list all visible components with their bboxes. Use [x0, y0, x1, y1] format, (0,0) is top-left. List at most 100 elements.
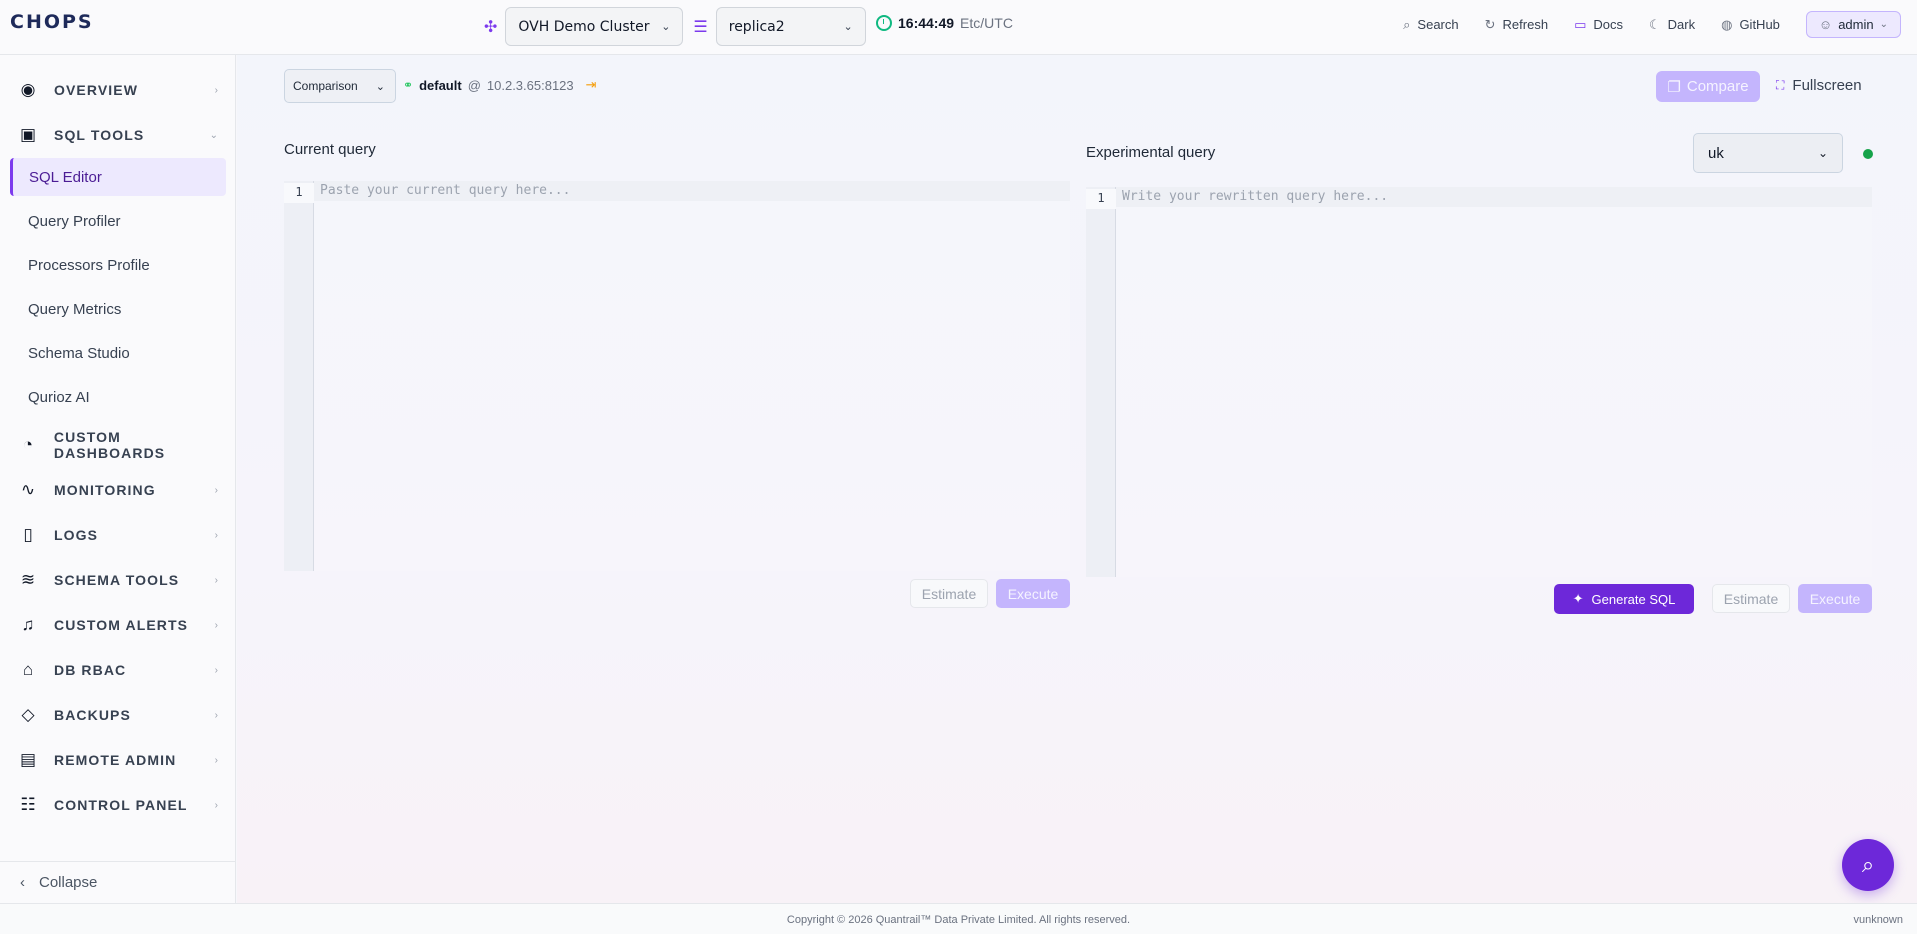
book-icon: ▭ — [1574, 16, 1587, 32]
bell-icon: ♫ — [21, 615, 35, 634]
main-content: Comparison ⌄ ⚭ default @ 10.2.3.65:8123 … — [237, 55, 1917, 903]
search-icon: ⌕ — [1861, 852, 1875, 877]
expand-icon: ⛶ — [1776, 78, 1785, 92]
shield-icon: ◇ — [21, 705, 35, 724]
chevron-right-icon: › — [214, 799, 218, 811]
assistant-search-button[interactable]: ⌕ — [1842, 839, 1894, 891]
current-execute-button[interactable]: Execute — [996, 579, 1070, 608]
cluster-icon: ✣ — [484, 18, 498, 36]
sidebar-section-overview[interactable]: ◉ OVERVIEW › — [0, 70, 236, 110]
search-button[interactable]: ⌕ Search — [1403, 17, 1458, 33]
moon-icon: ☾ — [1648, 16, 1661, 32]
chevron-down-icon: ⌄ — [843, 20, 853, 33]
sliders-icon: ☷ — [20, 795, 36, 814]
line-gutter: 1 — [284, 181, 314, 571]
experimental-replica-select[interactable]: uk ⌄ — [1693, 133, 1843, 173]
sidebar-section-custom-dashboards[interactable]: ◔ CUSTOM DASHBOARDS — [0, 425, 236, 465]
time-value: 16:44:49 — [898, 15, 955, 31]
server-icon: ▤ — [19, 750, 37, 769]
sidebar-section-remote-admin[interactable]: ▤ REMOTE ADMIN › — [0, 740, 236, 780]
server-time: 16:44:49 Etc/UTC — [876, 15, 1013, 31]
chevron-right-icon: › — [214, 529, 218, 541]
chevron-right-icon: › — [214, 619, 218, 631]
current-query-editor[interactable]: 1 Paste your current query here... — [284, 181, 1070, 571]
mode-select[interactable]: Comparison ⌄ — [284, 69, 396, 103]
top-bar: CHOPS ✣ OVH Demo Cluster ⌄ ☰ replica2 ⌄ … — [0, 0, 1917, 55]
user-icon: ☺ — [1818, 17, 1833, 32]
github-icon: ◍ — [1721, 16, 1733, 32]
docs-link[interactable]: ▭ Docs — [1574, 17, 1623, 33]
cluster-controls: ✣ OVH Demo Cluster ⌄ ☰ replica2 ⌄ — [484, 7, 866, 46]
current-query-placeholder: Paste your current query here... — [320, 183, 571, 198]
disconnect-icon[interactable]: ⇥ — [586, 77, 597, 93]
experimental-query-title: Experimental query — [1086, 144, 1216, 161]
file-icon: ▯ — [23, 525, 33, 544]
chevron-down-icon: ⌄ — [1817, 146, 1828, 160]
current-estimate-button[interactable]: Estimate — [910, 579, 988, 608]
chevron-down-icon: ⌄ — [375, 80, 385, 93]
chevron-right-icon: › — [214, 709, 218, 721]
line-gutter: 1 — [1086, 187, 1116, 577]
sidebar-section-control-panel[interactable]: ☷ CONTROL PANEL › — [0, 785, 236, 825]
chevron-right-icon: › — [214, 574, 218, 586]
replica-select[interactable]: replica2 ⌄ — [715, 7, 866, 46]
chevron-right-icon: › — [214, 664, 218, 676]
sidebar-section-db-rbac[interactable]: ⌂ DB RBAC › — [0, 650, 236, 690]
chevron-right-icon: › — [214, 754, 218, 766]
terminal-icon: ▣ — [19, 125, 37, 144]
copy-icon: ❐ — [1667, 78, 1681, 96]
sidebar-section-custom-alerts[interactable]: ♫ CUSTOM ALERTS › — [0, 605, 236, 645]
sidebar-section-sql-tools[interactable]: ▣ SQL TOOLS ⌄ — [0, 115, 236, 155]
experimental-query-editor[interactable]: 1 Write your rewritten query here... — [1086, 187, 1872, 577]
replica-select-value: replica2 — [728, 18, 785, 35]
sparkle-icon: ✦ — [1572, 591, 1584, 606]
compare-button[interactable]: ❐ Compare — [1656, 71, 1760, 102]
cluster-select[interactable]: OVH Demo Cluster ⌄ — [505, 7, 684, 46]
activity-icon: ∿ — [20, 480, 36, 499]
search-icon: ⌕ — [1403, 16, 1411, 32]
current-query-title: Current query — [284, 141, 376, 158]
version-label: vunknown — [1853, 914, 1903, 926]
refresh-button[interactable]: ↻ Refresh — [1485, 17, 1548, 33]
clock-icon — [876, 15, 892, 31]
eye-icon: ◉ — [20, 80, 36, 99]
chevron-down-icon: ⌄ — [209, 129, 218, 141]
sidebar-section-monitoring[interactable]: ∿ MONITORING › — [0, 470, 236, 510]
app-logo[interactable]: CHOPS — [10, 11, 94, 33]
pie-chart-icon: ◔ — [22, 435, 34, 454]
sidebar-item-sql-editor[interactable]: SQL Editor — [10, 158, 226, 196]
footer: Copyright © 2026 Quantrail™ Data Private… — [0, 903, 1917, 934]
experimental-execute-button[interactable]: Execute — [1798, 584, 1872, 613]
collapse-sidebar-button[interactable]: ‹ Collapse — [0, 861, 236, 903]
lock-icon: ⌂ — [22, 660, 34, 679]
connection-status-dot — [1863, 149, 1873, 159]
server-icon: ☰ — [693, 18, 708, 36]
host-address: 10.2.3.65:8123 — [486, 77, 574, 93]
sidebar-item-schema-studio[interactable]: Schema Studio — [10, 334, 226, 372]
sidebar-section-schema-tools[interactable]: ≋ SCHEMA TOOLS › — [0, 560, 236, 600]
refresh-icon: ↻ — [1484, 16, 1496, 32]
generate-sql-button[interactable]: ✦ Generate SQL — [1554, 584, 1694, 614]
timezone-label: Etc/UTC — [960, 15, 1013, 31]
chevron-left-icon: ‹ — [20, 874, 25, 891]
sidebar: ◉ OVERVIEW › ▣ SQL TOOLS ⌄ SQL Editor Qu… — [0, 55, 236, 903]
user-menu[interactable]: ☺ admin ⌄ — [1805, 11, 1901, 38]
connection-info: ⚭ default @ 10.2.3.65:8123 ⇥ — [403, 77, 597, 93]
experimental-estimate-button[interactable]: Estimate — [1712, 584, 1790, 613]
link-icon: ⚭ — [403, 78, 414, 92]
sidebar-item-query-metrics[interactable]: Query Metrics — [10, 290, 226, 328]
dark-mode-toggle[interactable]: ☾ Dark — [1649, 17, 1695, 33]
sidebar-item-quriozai[interactable]: Qurioz AI — [10, 378, 226, 416]
github-link[interactable]: ◍ GitHub — [1721, 17, 1780, 33]
sidebar-section-logs[interactable]: ▯ LOGS › — [0, 515, 236, 555]
sidebar-item-query-profiler[interactable]: Query Profiler — [10, 202, 226, 240]
fullscreen-button[interactable]: ⛶ Fullscreen — [1776, 77, 1862, 94]
copyright-text: Copyright © 2026 Quantrail™ Data Private… — [786, 914, 1131, 926]
top-nav: ⌕ Search ↻ Refresh ▭ Docs ☾ Dark ◍ GitHu… — [1403, 11, 1901, 38]
sidebar-section-backups[interactable]: ◇ BACKUPS › — [0, 695, 236, 735]
sidebar-item-processors-profile[interactable]: Processors Profile — [10, 246, 226, 284]
chevron-right-icon: › — [214, 484, 218, 496]
database-name: default — [419, 77, 462, 93]
database-icon: ≋ — [20, 570, 36, 589]
chevron-right-icon: › — [214, 84, 218, 96]
